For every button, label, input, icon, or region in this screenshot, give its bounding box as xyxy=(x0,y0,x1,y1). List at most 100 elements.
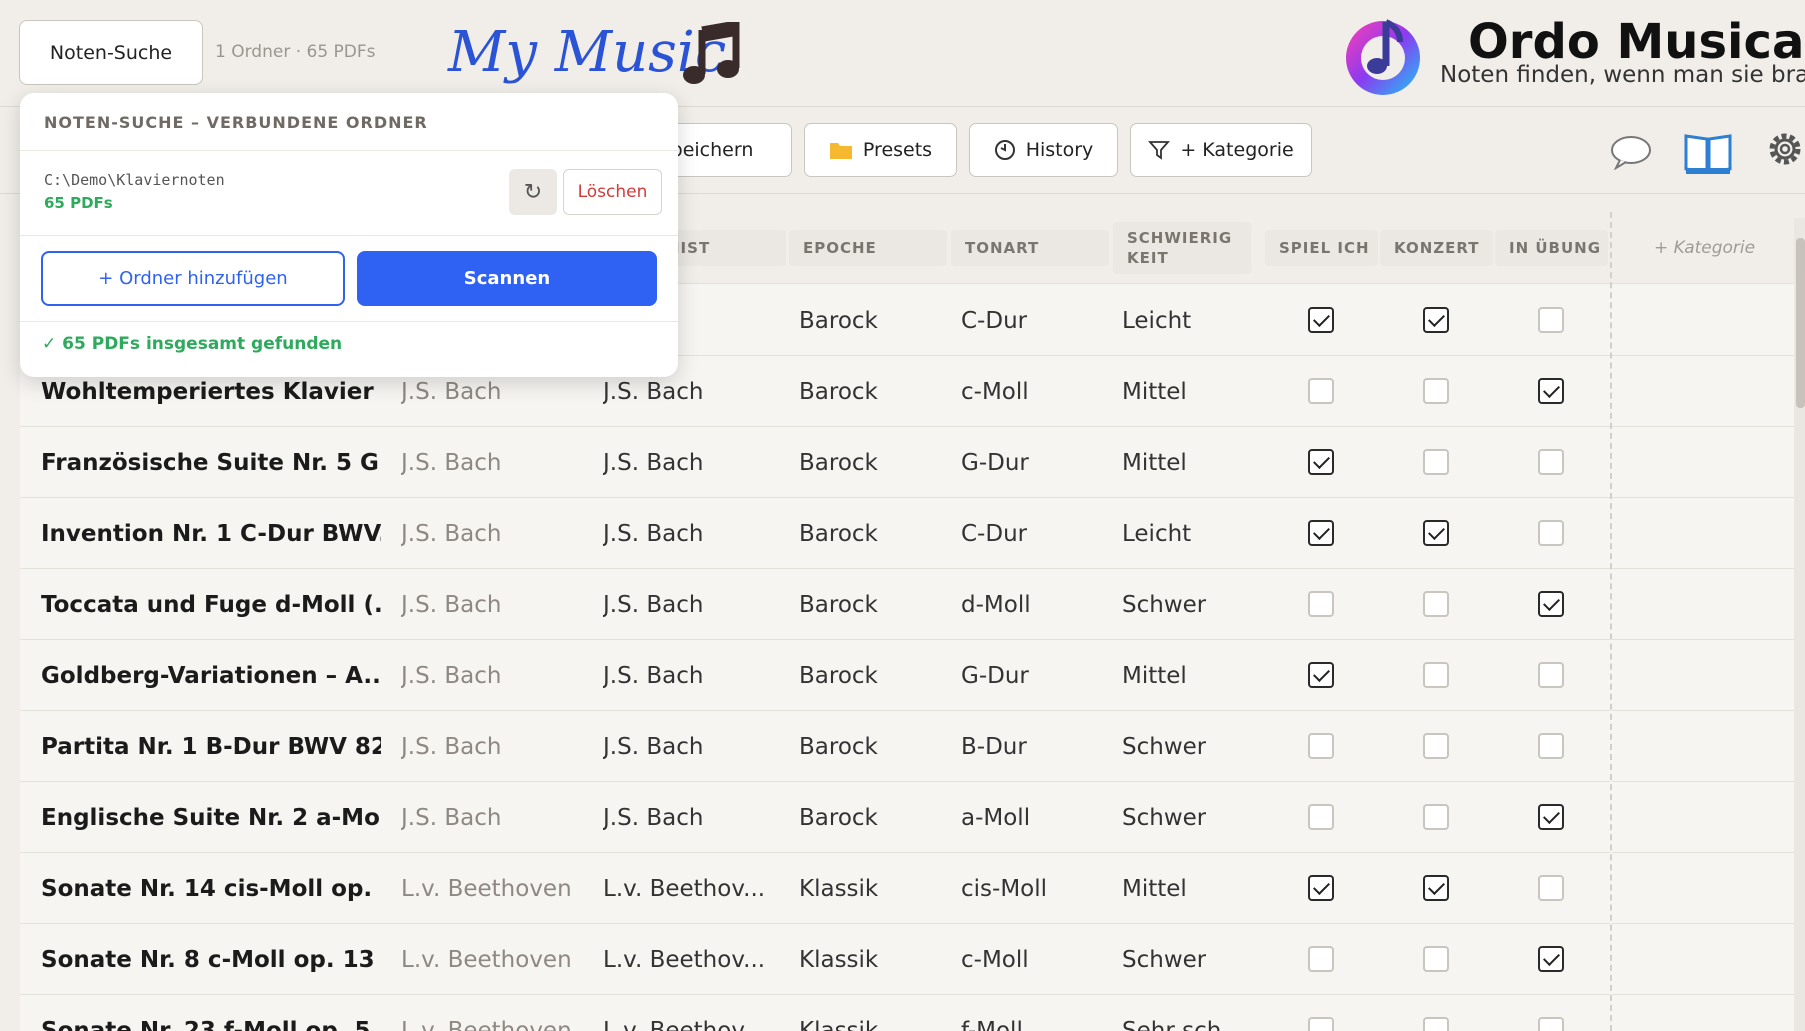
column-header-konzert[interactable]: KONZERT xyxy=(1380,230,1493,266)
checkbox-in-uebung[interactable] xyxy=(1538,520,1564,546)
refresh-button[interactable]: ↻ xyxy=(509,169,557,215)
checkbox-spiel-ich[interactable] xyxy=(1308,946,1334,972)
table-row-extra-category[interactable] xyxy=(1612,782,1795,853)
checkbox-spiel-ich[interactable] xyxy=(1308,804,1334,830)
table-row-extra-category[interactable] xyxy=(1612,711,1795,782)
cell-komponist: J.S. Bach xyxy=(401,520,502,547)
cell-epoche: Barock xyxy=(799,804,878,831)
folder-path: C:\Demo\Klaviernoten xyxy=(44,171,225,189)
scan-button[interactable]: Scannen xyxy=(357,251,657,306)
presets-button[interactable]: Presets xyxy=(804,123,957,177)
add-category-column[interactable]: + Kategorie xyxy=(1654,238,1755,258)
column-header-schwierigkeit[interactable]: SCHWIERIG KEIT xyxy=(1113,222,1251,274)
checkbox-in-uebung[interactable] xyxy=(1538,662,1564,688)
checkbox-spiel-ich[interactable] xyxy=(1308,378,1334,404)
table-row-extra-category[interactable] xyxy=(1612,853,1795,924)
checkbox-konzert[interactable] xyxy=(1423,733,1449,759)
cell-arrangeur: J.S. Bach xyxy=(603,520,704,547)
table-row[interactable]: Sonate Nr. 8 c-Moll op. 13 ... L.v. Beeth… xyxy=(20,924,1610,995)
table-row[interactable]: Goldberg-Variationen – A... J.S. Bach J.S.… xyxy=(20,640,1610,711)
table-row-extra-category[interactable] xyxy=(1612,924,1795,995)
popup-divider xyxy=(20,321,678,322)
popup-divider xyxy=(20,150,678,151)
table-row[interactable]: Sonate Nr. 23 f-Moll op. 5... L.v. Beetho… xyxy=(20,995,1610,1031)
checkbox-konzert[interactable] xyxy=(1423,520,1449,546)
table-row-extra-category[interactable] xyxy=(1612,995,1795,1031)
checkbox-konzert[interactable] xyxy=(1423,591,1449,617)
checkbox-in-uebung[interactable] xyxy=(1538,946,1564,972)
chat-bubble-icon[interactable] xyxy=(1610,134,1652,170)
music-note-icon xyxy=(683,22,740,84)
cell-tonart: a-Moll xyxy=(961,804,1031,831)
checkbox-spiel-ich[interactable] xyxy=(1308,449,1334,475)
checkbox-in-uebung[interactable] xyxy=(1538,804,1564,830)
gear-icon[interactable] xyxy=(1766,130,1804,168)
cell-tonart: C-Dur xyxy=(961,520,1028,547)
history-button[interactable]: History xyxy=(969,123,1118,177)
checkbox-in-uebung[interactable] xyxy=(1538,378,1564,404)
table-row[interactable]: Toccata und Fuge d-Moll (... J.S. Bach J.S… xyxy=(20,569,1610,640)
table-row[interactable]: Partita Nr. 1 B-Dur BWV 82... J.S. Bach J.… xyxy=(20,711,1610,782)
checkbox-spiel-ich[interactable] xyxy=(1308,591,1334,617)
checkbox-konzert[interactable] xyxy=(1423,1017,1449,1031)
cell-tonart: c-Moll xyxy=(961,946,1029,973)
checkbox-spiel-ich[interactable] xyxy=(1308,662,1334,688)
book-icon[interactable] xyxy=(1683,130,1733,176)
delete-folder-button[interactable]: Löschen xyxy=(563,169,662,215)
checkbox-in-uebung[interactable] xyxy=(1538,733,1564,759)
cell-epoche: Barock xyxy=(799,662,878,689)
table-row-extra-category[interactable] xyxy=(1612,640,1795,711)
column-header-tonart[interactable]: TONART xyxy=(951,230,1109,266)
checkbox-konzert[interactable] xyxy=(1423,307,1449,333)
ordo-musica-logo-icon xyxy=(1346,19,1420,95)
checkbox-konzert[interactable] xyxy=(1423,946,1449,972)
cell-tonart: C-Dur xyxy=(961,307,1028,334)
checkbox-spiel-ich[interactable] xyxy=(1308,733,1334,759)
checkbox-konzert[interactable] xyxy=(1423,875,1449,901)
popup-title: NOTEN-SUCHE – VERBUNDENE ORDNER xyxy=(44,113,428,132)
checkbox-spiel-ich[interactable] xyxy=(1308,875,1334,901)
table-row-extra-category[interactable] xyxy=(1612,569,1795,640)
checkbox-in-uebung[interactable] xyxy=(1538,1017,1564,1031)
cell-tonart: cis-Moll xyxy=(961,875,1048,902)
cell-arrangeur: J.S. Bach xyxy=(603,804,704,831)
table-row[interactable]: Sonate Nr. 14 cis-Moll op. ... L.v. Beeth… xyxy=(20,853,1610,924)
cell-arrangeur: J.S. Bach xyxy=(603,733,704,760)
checkbox-in-uebung[interactable] xyxy=(1538,591,1564,617)
cell-epoche: Barock xyxy=(799,378,878,405)
add-category-button[interactable]: + Kategorie xyxy=(1130,123,1312,177)
table-row[interactable]: Französische Suite Nr. 5 G... J.S. Bach J.… xyxy=(20,427,1610,498)
column-header-in-uebung[interactable]: IN ÜBUNG xyxy=(1495,230,1608,266)
column-header-spiel-ich[interactable]: SPIEL ICH xyxy=(1265,230,1378,266)
checkbox-in-uebung[interactable] xyxy=(1538,307,1564,333)
cell-schwierigkeit: Schwer xyxy=(1122,733,1207,760)
table-row-extra-category[interactable] xyxy=(1612,356,1795,427)
checkbox-in-uebung[interactable] xyxy=(1538,875,1564,901)
cell-epoche: Klassik xyxy=(799,875,879,902)
checkbox-spiel-ich[interactable] xyxy=(1308,520,1334,546)
cell-schwierigkeit: Schwer xyxy=(1122,946,1207,973)
noten-suche-tab[interactable]: Noten-Suche xyxy=(19,20,203,85)
column-header-epoche[interactable]: EPOCHE xyxy=(789,230,947,266)
checkbox-konzert[interactable] xyxy=(1423,378,1449,404)
table-row-extra-category[interactable] xyxy=(1612,498,1795,569)
clock-icon xyxy=(994,140,1015,160)
checkbox-spiel-ich[interactable] xyxy=(1308,307,1334,333)
cell-title: Invention Nr. 1 C-Dur BWV... xyxy=(41,520,381,547)
table-row-extra-category[interactable] xyxy=(1612,427,1795,498)
checkbox-konzert[interactable] xyxy=(1423,662,1449,688)
scrollbar-thumb[interactable] xyxy=(1796,238,1805,408)
cell-schwierigkeit: Mittel xyxy=(1122,662,1187,689)
checkbox-in-uebung[interactable] xyxy=(1538,449,1564,475)
cell-schwierigkeit: Mittel xyxy=(1122,449,1187,476)
checkbox-spiel-ich[interactable] xyxy=(1308,1017,1334,1031)
table-row[interactable]: Invention Nr. 1 C-Dur BWV... J.S. Bach J.S… xyxy=(20,498,1610,569)
cell-arrangeur: J.S. Bach xyxy=(603,662,704,689)
table-row-extra-category[interactable] xyxy=(1612,285,1795,356)
table-row[interactable]: Englische Suite Nr. 2 a-Mo... J.S. Bach J.… xyxy=(20,782,1610,853)
cell-tonart: c-Moll xyxy=(961,378,1029,405)
checkbox-konzert[interactable] xyxy=(1423,804,1449,830)
cell-arrangeur: L.v. Beethov... xyxy=(603,875,766,902)
checkbox-konzert[interactable] xyxy=(1423,449,1449,475)
add-folder-button[interactable]: + Ordner hinzufügen xyxy=(41,251,345,306)
